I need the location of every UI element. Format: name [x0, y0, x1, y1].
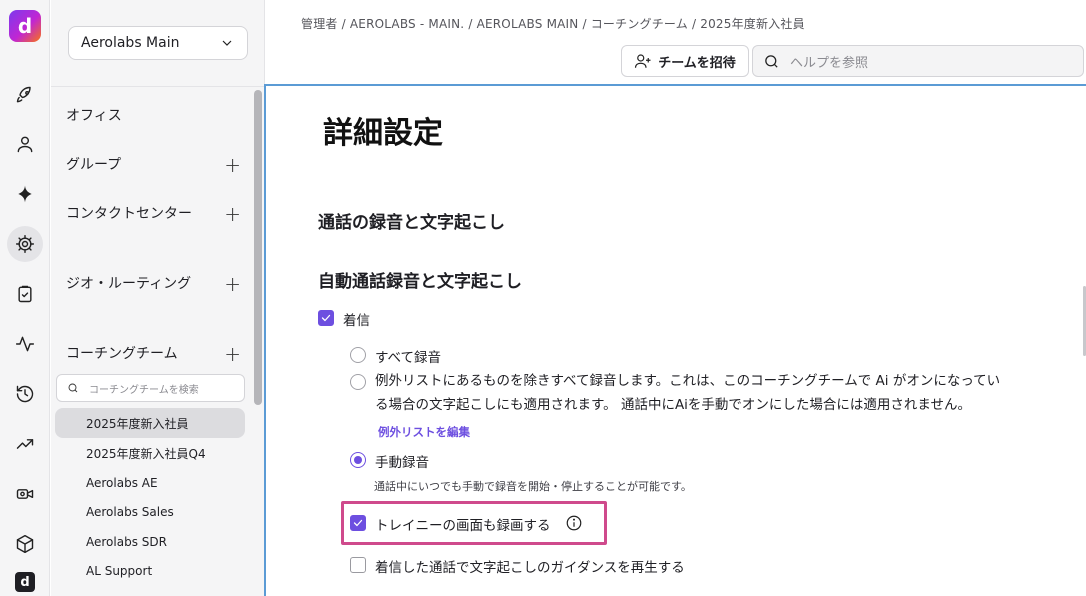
trending-icon[interactable]	[7, 426, 43, 462]
app-badge-icon[interactable]: d	[15, 572, 35, 592]
add-geo-routing-icon[interactable]: +	[224, 274, 241, 295]
rocket-icon[interactable]	[7, 77, 43, 113]
incoming-label: 着信	[343, 313, 370, 329]
sidebar-item-geo-routing[interactable]: ジオ・ルーティング +	[66, 274, 241, 295]
manual-record-radio[interactable]	[350, 452, 366, 468]
section-title-recording: 通話の録音と文字起こし	[318, 213, 505, 233]
manual-record-description: 通話中にいつでも手動で録音を開始・停止することが可能です。	[374, 480, 692, 493]
record-all-radio-row[interactable]: すべて録音	[350, 346, 441, 366]
user-plus-icon	[635, 54, 651, 68]
check-icon	[353, 519, 363, 527]
settings-sidebar: Aerolabs Main オフィス グループ + コンタクトセンター + ジオ…	[51, 0, 265, 596]
sidebar-item-contact-center[interactable]: コンタクトセンター +	[66, 204, 241, 225]
trainee-screen-checkbox-row[interactable]: トレイニーの画面も録画する	[350, 514, 583, 534]
sparkle-icon[interactable]	[7, 176, 43, 212]
team-item[interactable]: AL Support	[55, 556, 245, 586]
team-search-input[interactable]: コーチングチームを検索	[56, 374, 245, 402]
edit-exception-list-link[interactable]: 例外リストを編集	[378, 424, 470, 440]
team-item[interactable]: Aerolabs Sales	[55, 497, 245, 527]
org-name: Aerolabs Main	[81, 35, 180, 51]
sidebar-divider	[51, 86, 265, 87]
chevron-down-icon	[222, 40, 232, 46]
record-except-radio-row[interactable]: 例外リストにあるものを除きすべて録音します。これは、このコーチングチームで Ai…	[350, 373, 1035, 417]
app-logo[interactable]: d	[9, 10, 41, 42]
invite-team-button[interactable]: チームを招待	[621, 45, 749, 77]
search-icon	[765, 54, 778, 68]
guidance-label: 着信した通話で文字起こしのガイダンスを再生する	[375, 560, 685, 576]
icon-rail: d d	[0, 0, 50, 596]
gear-icon[interactable]	[7, 226, 43, 262]
info-icon[interactable]	[565, 514, 583, 532]
sidebar-item-groups[interactable]: グループ +	[66, 155, 241, 176]
add-contact-center-icon[interactable]: +	[224, 204, 241, 225]
org-selector[interactable]: Aerolabs Main	[68, 26, 248, 60]
page-title: 詳細設定	[323, 116, 443, 151]
team-item[interactable]: 2025年度新入社員Q4	[55, 438, 245, 468]
activity-icon[interactable]	[7, 326, 43, 362]
sidebar-scrollbar[interactable]	[254, 90, 262, 405]
team-item[interactable]: Aerolabs SDR	[55, 527, 245, 557]
trainee-screen-label: トレイニーの画面も録画する	[375, 518, 551, 534]
check-icon	[321, 314, 331, 322]
add-group-icon[interactable]: +	[224, 155, 241, 176]
history-icon[interactable]	[7, 376, 43, 412]
breadcrumb[interactable]: 管理者 / AEROLABS - MAIN. / AEROLABS MAIN /…	[301, 15, 805, 32]
incoming-checkbox[interactable]	[318, 310, 334, 326]
manual-record-label: 手動録音	[375, 455, 429, 471]
sidebar-item-office[interactable]: オフィス	[66, 106, 241, 127]
user-icon[interactable]	[7, 126, 43, 162]
guidance-checkbox-row[interactable]: 着信した通話で文字起こしのガイダンスを再生する	[350, 556, 685, 576]
record-all-radio[interactable]	[350, 347, 366, 363]
add-coaching-team-icon[interactable]: +	[224, 344, 241, 365]
guidance-checkbox[interactable]	[350, 557, 366, 573]
trainee-screen-checkbox[interactable]	[350, 515, 366, 531]
record-all-label: すべて録音	[375, 350, 442, 366]
help-search-input[interactable]: ヘルプを参照	[752, 45, 1084, 77]
record-except-label: 例外リストにあるものを除きすべて録音します。これは、このコーチングチームで Ai…	[375, 373, 1001, 413]
sidebar-item-coaching-teams[interactable]: コーチングチーム +	[66, 344, 241, 365]
search-icon	[68, 383, 78, 393]
clipboard-icon[interactable]	[7, 276, 43, 312]
team-item[interactable]: 2025年度新入社員	[55, 408, 245, 438]
manual-record-radio-row[interactable]: 手動録音	[350, 451, 429, 471]
team-item[interactable]: Aerolabs AE	[55, 468, 245, 498]
box-icon[interactable]	[7, 526, 43, 562]
incoming-checkbox-row[interactable]: 着信	[318, 309, 370, 329]
section-title-auto-recording: 自動通話録音と文字起こし	[318, 272, 522, 292]
record-except-radio[interactable]	[350, 374, 366, 390]
video-icon[interactable]	[7, 476, 43, 512]
